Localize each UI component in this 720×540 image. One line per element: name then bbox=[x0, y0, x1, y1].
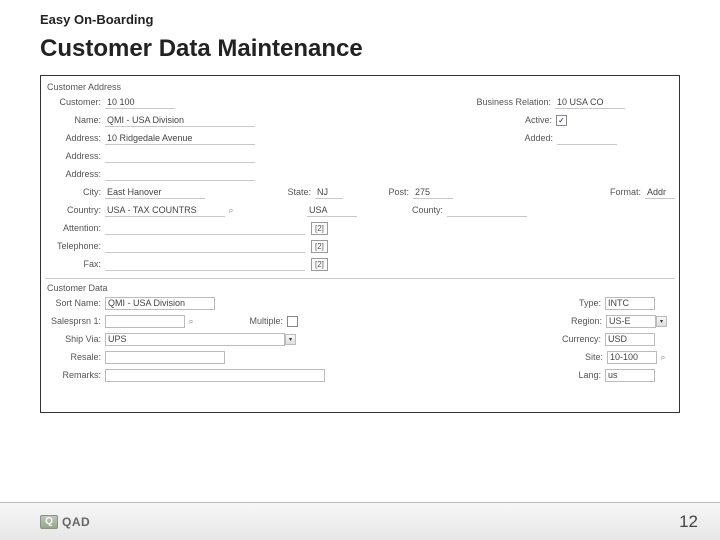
page-number: 12 bbox=[679, 512, 698, 532]
name-value[interactable]: QMI - USA Division bbox=[105, 114, 255, 127]
form-panel: Customer Address Customer: 10 100 Busine… bbox=[40, 75, 680, 413]
page-title: Customer Data Maintenance bbox=[0, 31, 720, 75]
row-shipvia: Ship Via: UPS ▾ Currency: USD bbox=[45, 331, 675, 347]
row-telephone: Telephone: [2] bbox=[45, 238, 675, 254]
salesprsn-input[interactable] bbox=[105, 315, 185, 328]
customer-input[interactable]: 10 100 bbox=[105, 96, 175, 109]
logo-text: QAD bbox=[62, 515, 90, 529]
address3-label: Address: bbox=[45, 169, 105, 179]
multiple-checkbox[interactable] bbox=[287, 316, 298, 327]
group-customer-data: Customer Data bbox=[47, 283, 675, 293]
fax-value[interactable] bbox=[105, 258, 305, 271]
county-value[interactable] bbox=[447, 204, 527, 217]
business-relation-label: Business Relation: bbox=[465, 97, 555, 107]
region-label: Region: bbox=[561, 316, 606, 326]
row-remarks: Remarks: Lang: us bbox=[45, 367, 675, 383]
country-label: Country: bbox=[45, 205, 105, 215]
state-value[interactable]: NJ bbox=[315, 186, 343, 199]
address2-label: Address: bbox=[45, 151, 105, 161]
attention-label: Attention: bbox=[45, 223, 105, 233]
type-label: Type: bbox=[560, 298, 605, 308]
row-resale: Resale: Site: 10-100 ⌕ bbox=[45, 349, 675, 365]
active-label: Active: bbox=[511, 115, 556, 125]
added-value bbox=[557, 132, 617, 145]
country-code-value[interactable]: USA - TAX COUNTRS bbox=[105, 204, 225, 217]
format-value[interactable]: Addr bbox=[645, 186, 675, 199]
address2-value[interactable] bbox=[105, 150, 255, 163]
resale-label: Resale: bbox=[45, 352, 105, 362]
fax-secondary-button[interactable]: [2] bbox=[311, 258, 328, 271]
salesprsn-label: Salesprsn 1: bbox=[45, 316, 105, 326]
address1-label: Address: bbox=[45, 133, 105, 143]
section-divider bbox=[45, 278, 675, 279]
resale-input[interactable] bbox=[105, 351, 225, 364]
region-dropdown-icon[interactable]: ▾ bbox=[656, 316, 667, 327]
row-address1: Address: 10 Ridgedale Avenue Added: bbox=[45, 130, 675, 146]
county-label: County: bbox=[397, 205, 447, 215]
site-label: Site: bbox=[562, 352, 607, 362]
group-customer-address: Customer Address bbox=[47, 82, 675, 92]
site-input[interactable]: 10-100 bbox=[607, 351, 657, 364]
city-label: City: bbox=[45, 187, 105, 197]
search-icon[interactable]: ⌕ bbox=[657, 351, 669, 363]
row-sortname: Sort Name: QMI - USA Division Type: INTC bbox=[45, 295, 675, 311]
row-name: Name: QMI - USA Division Active: ✓ bbox=[45, 112, 675, 128]
city-value[interactable]: East Hanover bbox=[105, 186, 205, 199]
region-input[interactable]: US-E bbox=[606, 315, 656, 328]
multiple-label: Multiple: bbox=[237, 316, 287, 326]
shipvia-input[interactable]: UPS bbox=[105, 333, 285, 346]
customer-label: Customer: bbox=[45, 97, 105, 107]
row-fax: Fax: [2] bbox=[45, 256, 675, 272]
added-label: Added: bbox=[512, 133, 557, 143]
post-label: Post: bbox=[373, 187, 413, 197]
search-icon[interactable]: ⌕ bbox=[185, 315, 197, 327]
remarks-input[interactable] bbox=[105, 369, 325, 382]
attention-value[interactable] bbox=[105, 222, 305, 235]
lang-label: Lang: bbox=[560, 370, 605, 380]
telephone-value[interactable] bbox=[105, 240, 305, 253]
search-icon[interactable]: ⌕ bbox=[225, 204, 237, 216]
lang-input[interactable]: us bbox=[605, 369, 655, 382]
logo-mark-icon: Q bbox=[40, 515, 58, 529]
format-label: Format: bbox=[600, 187, 645, 197]
telephone-label: Telephone: bbox=[45, 241, 105, 251]
header-subtitle: Easy On-Boarding bbox=[0, 0, 720, 31]
currency-input[interactable]: USD bbox=[605, 333, 655, 346]
footer-bar: Q QAD 12 bbox=[0, 502, 720, 540]
row-attention: Attention: [2] bbox=[45, 220, 675, 236]
telephone-secondary-button[interactable]: [2] bbox=[311, 240, 328, 253]
remarks-label: Remarks: bbox=[45, 370, 105, 380]
name-label: Name: bbox=[45, 115, 105, 125]
currency-label: Currency: bbox=[550, 334, 605, 344]
row-customer: Customer: 10 100 Business Relation: 10 U… bbox=[45, 94, 675, 110]
active-checkbox[interactable]: ✓ bbox=[556, 115, 567, 126]
shipvia-label: Ship Via: bbox=[45, 334, 105, 344]
row-city: City: East Hanover State: NJ Post: 275 F… bbox=[45, 184, 675, 200]
business-relation-value: 10 USA CO bbox=[555, 96, 625, 109]
logo: Q QAD bbox=[40, 515, 90, 529]
attention-secondary-button[interactable]: [2] bbox=[311, 222, 328, 235]
address3-value[interactable] bbox=[105, 168, 255, 181]
sortname-label: Sort Name: bbox=[45, 298, 105, 308]
row-country: Country: USA - TAX COUNTRS ⌕ USA County: bbox=[45, 202, 675, 218]
type-input[interactable]: INTC bbox=[605, 297, 655, 310]
sortname-input[interactable]: QMI - USA Division bbox=[105, 297, 215, 310]
state-label: State: bbox=[275, 187, 315, 197]
shipvia-dropdown-icon[interactable]: ▾ bbox=[285, 334, 296, 345]
post-value[interactable]: 275 bbox=[413, 186, 453, 199]
row-address3: Address: bbox=[45, 166, 675, 182]
country-name-value: USA bbox=[307, 204, 357, 217]
row-salesprsn: Salesprsn 1: ⌕ Multiple: Region: US-E ▾ bbox=[45, 313, 675, 329]
row-address2: Address: bbox=[45, 148, 675, 164]
address1-value[interactable]: 10 Ridgedale Avenue bbox=[105, 132, 255, 145]
fax-label: Fax: bbox=[45, 259, 105, 269]
